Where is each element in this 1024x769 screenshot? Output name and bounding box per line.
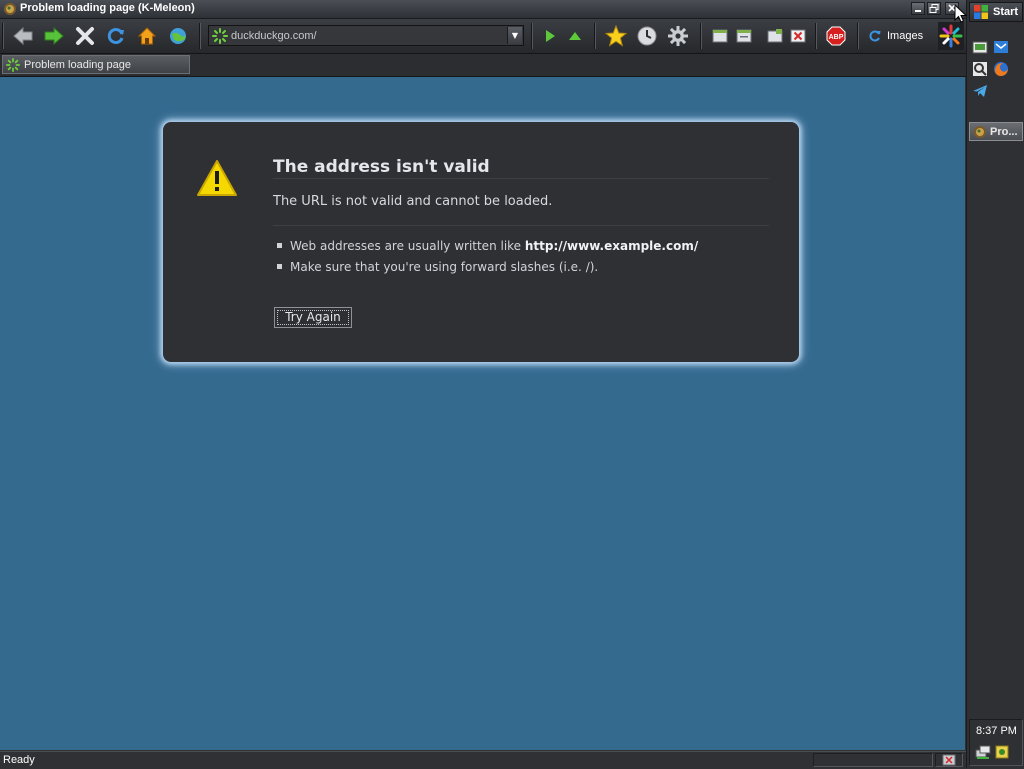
- preferences-button[interactable]: [665, 23, 691, 49]
- url-bar[interactable]: ▼: [208, 25, 524, 46]
- title-bar[interactable]: Problem loading page (K-Meleon): [0, 0, 966, 19]
- reload-button[interactable]: [103, 23, 129, 49]
- toolbar-separator: [700, 23, 702, 49]
- home-button[interactable]: [134, 23, 160, 49]
- status-panel: [813, 753, 933, 767]
- status-panel: [935, 753, 963, 767]
- start-label: Start: [993, 6, 1019, 18]
- telegram-icon[interactable]: [972, 83, 988, 99]
- security-tray-icon[interactable]: [994, 744, 1010, 760]
- back-button[interactable]: [10, 23, 36, 49]
- forward-arrow-icon: [44, 26, 64, 46]
- go-play-icon: [546, 30, 555, 42]
- suggestion-text: Make sure that you're using forward slas…: [290, 260, 599, 274]
- suggestion-item: Web addresses are usually written like h…: [277, 239, 698, 253]
- online-button[interactable]: [165, 23, 191, 49]
- up-arrow-icon: [569, 32, 581, 40]
- k-meleon-app-icon: [4, 3, 16, 15]
- go-button[interactable]: [537, 23, 563, 49]
- star-icon: [605, 25, 627, 47]
- toolbar-separator: [857, 23, 859, 49]
- error-description: The URL is not valid and cannot be loade…: [273, 194, 553, 209]
- popup-blocker-icon: [942, 754, 956, 766]
- url-dropdown-button[interactable]: ▼: [507, 27, 522, 44]
- new-window-button[interactable]: [707, 23, 733, 49]
- stop-x-icon: [76, 27, 94, 45]
- clock[interactable]: 8:37 PM: [976, 725, 1017, 737]
- system-tray: 8:37 PM: [969, 719, 1023, 766]
- chevron-down-icon: ▼: [511, 31, 519, 40]
- suggestion-text: Web addresses are usually written like: [290, 239, 525, 253]
- stop-button[interactable]: [72, 23, 98, 49]
- close-tab-button[interactable]: [785, 23, 811, 49]
- toolbar-separator: [531, 23, 533, 49]
- focus-ring: [277, 310, 349, 325]
- forward-button[interactable]: [41, 23, 67, 49]
- tab-problem-loading-page[interactable]: Problem loading page: [2, 55, 190, 74]
- taskbar-item-label: Pro...: [990, 125, 1018, 138]
- new-window-background-button[interactable]: [731, 23, 757, 49]
- show-desktop-icon[interactable]: [972, 39, 988, 55]
- home-icon: [137, 27, 157, 45]
- adblock-label: ABP: [829, 34, 844, 41]
- toolbar-separator: [815, 23, 817, 49]
- restore-icon: [929, 4, 939, 13]
- adblock-button[interactable]: ABP: [823, 23, 849, 49]
- status-bar: Ready: [0, 751, 966, 769]
- throbber: [938, 22, 964, 50]
- minimize-button[interactable]: [911, 2, 925, 15]
- window-icon: [736, 29, 752, 43]
- toolbar-separator: [594, 23, 596, 49]
- network-tray-icon[interactable]: [975, 744, 991, 760]
- reload-icon: [107, 28, 124, 44]
- new-window-icon: [712, 29, 728, 43]
- example-url: http://www.example.com/: [524, 239, 699, 253]
- globe-icon: [170, 28, 186, 44]
- tab-bar: Problem loading page: [0, 54, 966, 77]
- loading-spinner-icon: [6, 58, 20, 72]
- outlook-icon[interactable]: [993, 39, 1009, 55]
- tab-label: Problem loading page: [24, 59, 132, 71]
- up-button[interactable]: [562, 23, 588, 49]
- firefox-icon[interactable]: [993, 61, 1009, 77]
- windows-logo-icon: [974, 5, 988, 19]
- taskbar: Start Pro... 8:37 PM: [966, 0, 1024, 768]
- error-title: The address isn't valid: [273, 157, 490, 177]
- taskbar-item-k-meleon[interactable]: Pro...: [969, 122, 1023, 141]
- gear-icon: [668, 26, 688, 46]
- start-button[interactable]: Start: [969, 2, 1023, 22]
- navigation-toolbar: ▼: [0, 19, 966, 54]
- images-refresh-icon: [869, 30, 881, 42]
- error-page-container: The address isn't valid The URL is not v…: [163, 122, 799, 362]
- toolbar-separator: [199, 23, 201, 49]
- divider: [273, 225, 769, 226]
- page-content: The address isn't valid The URL is not v…: [0, 77, 965, 750]
- warning-icon: [197, 160, 237, 196]
- url-input[interactable]: [231, 28, 501, 43]
- images-toggle-button[interactable]: Images: [868, 27, 923, 45]
- loading-spinner-icon: [212, 28, 228, 44]
- restore-button[interactable]: [927, 2, 941, 15]
- try-again-button[interactable]: Try Again: [274, 307, 352, 328]
- bullet-marker: [277, 243, 282, 248]
- bullet-marker: [277, 264, 282, 269]
- back-arrow-icon: [13, 26, 33, 46]
- k-meleon-app-icon: [974, 125, 986, 138]
- divider: [273, 178, 769, 179]
- clock-icon: [637, 26, 657, 46]
- new-tab-icon: [767, 29, 783, 43]
- minimize-icon: [915, 10, 921, 12]
- window-title: Problem loading page (K-Meleon): [20, 2, 195, 14]
- history-button[interactable]: [634, 23, 660, 49]
- bookmarks-button[interactable]: [603, 23, 629, 49]
- close-tab-icon: [790, 29, 806, 43]
- suggestion-item: Make sure that you're using forward slas…: [277, 260, 598, 274]
- k-meleon-throbber-icon: [939, 24, 963, 48]
- adblock-stop-icon: ABP: [826, 26, 846, 46]
- images-label: Images: [887, 30, 924, 42]
- mouse-cursor-icon: [954, 4, 968, 23]
- search-icon[interactable]: [972, 61, 988, 77]
- toolbar-grip: [2, 23, 4, 49]
- status-text: Ready: [3, 754, 35, 766]
